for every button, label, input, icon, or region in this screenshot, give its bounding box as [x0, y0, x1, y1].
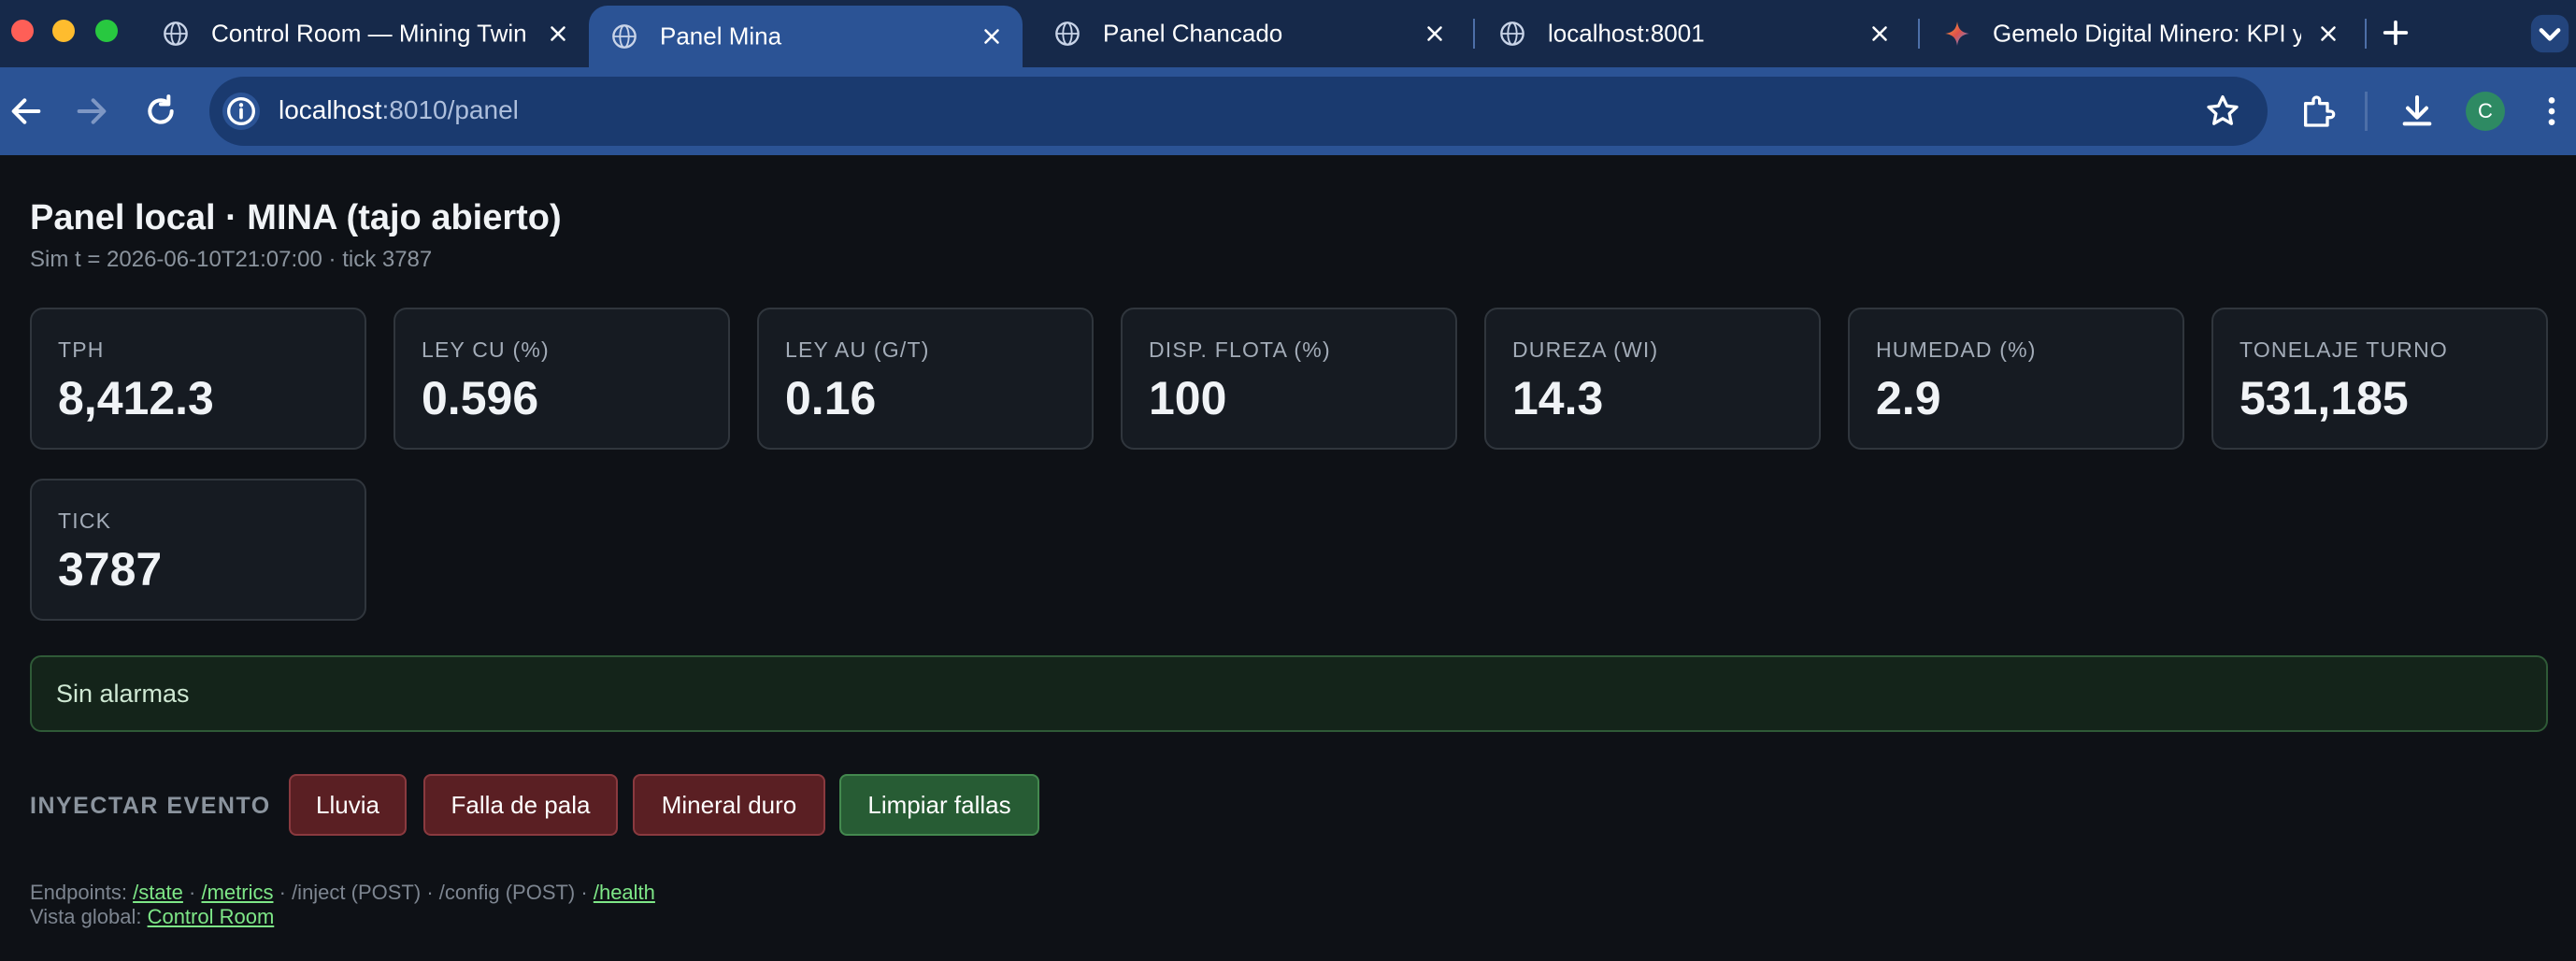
kpi-card-ley-au: LEY AU (G/T) 0.16: [757, 308, 1094, 450]
kpi-label: DISP. FLOTA (%): [1149, 337, 1331, 362]
endpoints-line: Endpoints: /state · /metrics · /inject (…: [30, 881, 655, 905]
tab-title: Control Room — Mining Twin: [211, 19, 527, 48]
tab-title: Gemelo Digital Minero: KPI y D: [1993, 19, 2301, 48]
config-endpoint-text: /config (POST): [438, 881, 576, 904]
page-title: Panel local · MINA (tajo abierto): [30, 198, 562, 237]
browser-toolbar: localhost:8010/panel C: [0, 67, 2576, 155]
kpi-card-humedad: HUMEDAD (%) 2.9: [1848, 308, 2184, 450]
close-icon[interactable]: [980, 24, 1004, 49]
kpi-card-ley-cu: LEY CU (%) 0.596: [394, 308, 730, 450]
endpoints-footer: Endpoints: /state · /metrics · /inject (…: [30, 881, 655, 929]
kpi-label: HUMEDAD (%): [1876, 337, 2037, 362]
download-icon[interactable]: [2398, 93, 2436, 130]
kpi-label: TONELAJE TURNO: [2240, 337, 2448, 362]
separator: ·: [279, 881, 286, 904]
health-endpoint-link[interactable]: /health: [594, 881, 655, 904]
globe-icon: [164, 22, 188, 46]
kpi-label: LEY CU (%): [422, 337, 550, 362]
inject-lluvia-button[interactable]: Lluvia: [289, 774, 407, 836]
kpi-label: TPH: [58, 337, 105, 362]
endpoints-prefix: Endpoints:: [30, 881, 127, 904]
state-endpoint-link[interactable]: /state: [133, 881, 183, 904]
kpi-value: 100: [1149, 372, 1227, 424]
tab-title: Panel Chancado: [1103, 19, 1283, 48]
site-info-icon[interactable]: [222, 93, 260, 130]
sim-time-subtitle: Sim t = 2026-06-10T21:07:00 · tick 3787: [30, 247, 433, 272]
tab-control-room[interactable]: Control Room — Mining Twin: [140, 4, 589, 64]
kpi-label: LEY AU (G/T): [785, 337, 930, 362]
tab-gemelo-digital[interactable]: Gemelo Digital Minero: KPI y D: [1922, 4, 2359, 64]
address-bar[interactable]: localhost:8010/panel: [209, 77, 2268, 146]
globe-icon: [1055, 22, 1080, 46]
kpi-card-tick: TICK 3787: [30, 479, 366, 621]
global-view-prefix: Vista global:: [30, 905, 142, 928]
inject-falla-pala-button[interactable]: Falla de pala: [423, 774, 618, 836]
tab-separator: [1918, 19, 1920, 49]
kpi-value: 0.596: [422, 372, 539, 424]
inject-event-label: INYECTAR EVENTO: [30, 793, 271, 819]
url-text[interactable]: localhost:8010/panel: [279, 95, 519, 125]
globe-icon: [1500, 22, 1524, 46]
separator: ·: [426, 881, 434, 904]
page-content: Panel local · MINA (tajo abierto) Sim t …: [0, 155, 2576, 961]
tab-separator: [1473, 19, 1475, 49]
kpi-value: 0.16: [785, 372, 877, 424]
kpi-card-tph: TPH 8,412.3: [30, 308, 366, 450]
kpi-label: TICK: [58, 509, 112, 533]
tab-localhost-8001[interactable]: localhost:8001: [1477, 4, 1911, 64]
kpi-value: 3787: [58, 543, 163, 595]
profile-avatar[interactable]: C: [2466, 92, 2505, 131]
tab-search-chevron-icon[interactable]: [2529, 13, 2570, 54]
new-tab-plus-icon[interactable]: [2380, 17, 2411, 49]
close-icon[interactable]: [546, 22, 570, 46]
clear-faults-button[interactable]: Limpiar fallas: [839, 774, 1039, 836]
tab-panel-mina[interactable]: Panel Mina: [589, 6, 1023, 67]
kpi-value: 14.3: [1512, 372, 1604, 424]
kpi-value: 531,185: [2240, 372, 2409, 424]
browser-tab-bar: Control Room — Mining Twin Panel Mina Pa…: [0, 0, 2576, 67]
window-zoom-button[interactable]: [95, 20, 118, 42]
global-view-line: Vista global: Control Room: [30, 905, 655, 929]
kpi-card-disp-flota: DISP. FLOTA (%) 100: [1121, 308, 1457, 450]
window-minimize-button[interactable]: [52, 20, 75, 42]
forward-arrow-icon[interactable]: [73, 93, 110, 130]
close-icon[interactable]: [1868, 22, 1892, 46]
kpi-card-dureza: DUREZA (WI) 14.3: [1484, 308, 1821, 450]
back-arrow-icon[interactable]: [7, 93, 45, 130]
alarm-status-banner: Sin alarmas: [30, 655, 2548, 732]
tab-panel-chancado[interactable]: Panel Chancado: [1032, 4, 1466, 64]
tab-separator: [2365, 19, 2367, 49]
url-path: :8010/panel: [381, 95, 519, 124]
kpi-value: 2.9: [1876, 372, 1941, 424]
more-menu-icon[interactable]: [2533, 93, 2570, 130]
separator: ·: [189, 881, 196, 904]
window-close-button[interactable]: [11, 20, 34, 42]
close-icon[interactable]: [1423, 22, 1447, 46]
metrics-endpoint-link[interactable]: /metrics: [201, 881, 273, 904]
toolbar-divider: [2365, 92, 2368, 131]
inject-endpoint-text: /inject (POST): [292, 881, 422, 904]
reload-icon[interactable]: [142, 93, 179, 130]
tab-title: localhost:8001: [1548, 19, 1705, 48]
kpi-label: DUREZA (WI): [1512, 337, 1659, 362]
separator: ·: [580, 881, 588, 904]
bookmark-star-icon[interactable]: [2204, 93, 2241, 130]
control-room-link[interactable]: Control Room: [148, 905, 275, 928]
close-icon[interactable]: [2316, 22, 2340, 46]
kpi-card-tonelaje-turno: TONELAJE TURNO 531,185: [2211, 308, 2548, 450]
tab-title: Panel Mina: [660, 22, 782, 50]
kpi-value: 8,412.3: [58, 372, 214, 424]
inject-mineral-duro-button[interactable]: Mineral duro: [633, 774, 825, 836]
url-host: localhost: [279, 95, 382, 124]
gemini-sparkle-icon: [1945, 22, 1969, 46]
extensions-puzzle-icon[interactable]: [2299, 93, 2337, 130]
globe-icon: [612, 24, 637, 49]
alarm-status-text: Sin alarmas: [56, 680, 190, 708]
